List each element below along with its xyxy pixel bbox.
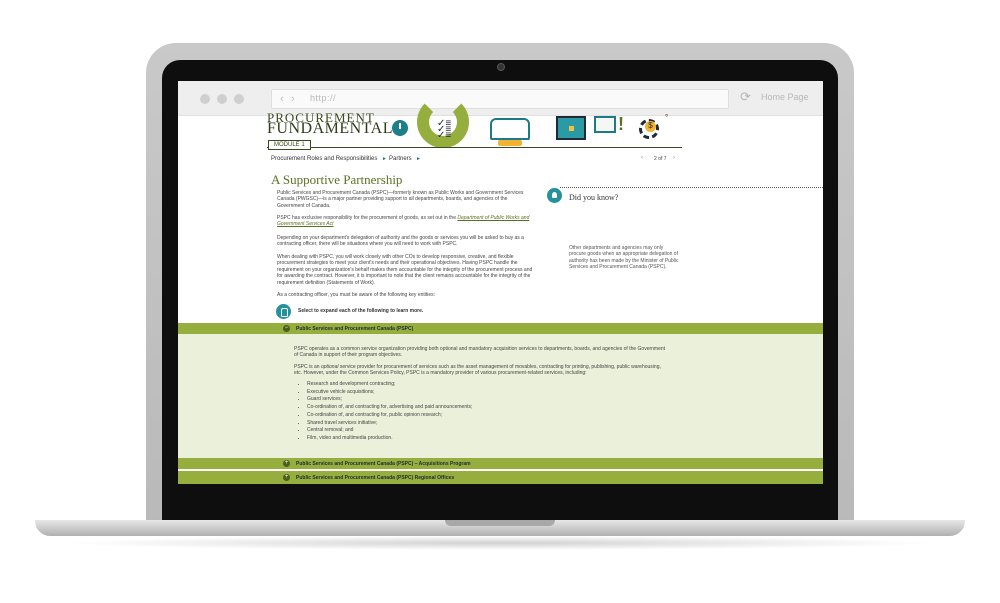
briefcase-icon <box>556 116 586 140</box>
did-you-know-title: Did you know? <box>569 193 619 202</box>
did-you-know-body: Other departments and agencies may only … <box>569 245 679 271</box>
lightbulb-icon <box>547 188 562 203</box>
laptop-mockup: ‹ › http:// ⟳ Home Page PROCUREMENT FUND… <box>0 0 1000 603</box>
page-counter: 2 of 7 <box>654 156 667 162</box>
window-dot-close[interactable] <box>200 94 210 104</box>
pspc-detail-rest: service provider for procurement of serv… <box>294 364 661 377</box>
accordion-header-regional[interactable] <box>178 471 823 484</box>
laptop-notch <box>445 520 555 526</box>
home-page-link[interactable]: Home Page <box>761 92 809 102</box>
checklist-icon: ✓≡ ✓≡ ✓≡ <box>437 118 452 141</box>
intro-paragraph: Public Services and Procurement Canada (… <box>277 190 524 209</box>
url-bar[interactable]: ‹ › http:// <box>271 89 729 109</box>
document-icon <box>594 116 616 133</box>
module-badge: MODULE 1 <box>268 140 311 150</box>
list-item: Shared travel services initiative; <box>307 420 472 428</box>
sparkle-icon: ° <box>665 113 669 122</box>
accordion-header-pspc[interactable] <box>178 323 823 334</box>
accordion-label-acquisitions[interactable]: Public Services and Procurement Canada (… <box>296 461 471 467</box>
list-item: Film, video and multimedia production. <box>307 435 472 443</box>
pspc-intro-text: PSPC operates as a common service organi… <box>294 346 666 359</box>
dealing-paragraph: When dealing with PSPC, you will work cl… <box>277 254 533 286</box>
hands-icon <box>490 118 530 146</box>
breadcrumb-arrow-icon: ► <box>382 156 387 162</box>
breadcrumb-partners[interactable]: Partners <box>389 156 412 162</box>
screen: ‹ › http:// ⟳ Home Page PROCUREMENT FUND… <box>178 81 823 484</box>
reload-icon[interactable]: ⟳ <box>740 89 751 105</box>
pspc-responsibility-paragraph: PSPC has exclusive responsibility for th… <box>277 215 535 228</box>
list-item: Research and development contracting; <box>307 381 472 389</box>
url-text[interactable]: http:// <box>310 93 336 103</box>
forward-arrow-icon[interactable]: › <box>291 93 295 105</box>
gear-dollar-icon <box>639 119 659 139</box>
breadcrumb-arrow-icon: ► <box>416 156 421 162</box>
entities-paragraph: As a contracting officer, you must be aw… <box>277 292 436 298</box>
window-dot-minimize[interactable] <box>217 94 227 104</box>
camera-icon <box>497 63 505 71</box>
lock-icon <box>276 304 291 319</box>
list-item: Executive vehicle acquisitions; <box>307 389 472 397</box>
exclamation-icon: ! <box>618 114 624 134</box>
window-dot-maximize[interactable] <box>234 94 244 104</box>
accordion-label-pspc[interactable]: Public Services and Procurement Canada (… <box>296 326 413 332</box>
page-content: PROCUREMENT FUNDAMENTALS MODULE 1 ✓≡ ✓≡ ✓≡… <box>178 96 823 484</box>
expand-instruction: Select to expand each of the following t… <box>298 308 424 314</box>
pspc-detail-emphasis: optional <box>320 364 339 370</box>
header-rule <box>267 147 682 148</box>
list-item: Co-ordination of, and contracting for, a… <box>307 404 472 412</box>
next-page-button[interactable]: › <box>673 155 675 161</box>
pspc-detail-text: PSPC is an optional service provider for… <box>294 364 669 377</box>
pspc-services-list: Research and development contracting; Ex… <box>299 381 472 443</box>
prev-page-button[interactable]: ‹ <box>641 155 643 161</box>
collapse-icon[interactable]: − <box>283 325 290 332</box>
breadcrumb-roles[interactable]: Procurement Roles and Responsibilities <box>271 156 377 162</box>
list-item: Co-ordination of, and contracting for, p… <box>307 412 472 420</box>
pspc-detail-lead: PSPC is an <box>294 364 321 370</box>
expand-icon[interactable]: + <box>283 460 290 467</box>
page-title: A Supportive Partnership <box>271 172 403 187</box>
clock-icon <box>392 120 408 136</box>
brand-line2: FUNDAMENTALS <box>267 120 403 137</box>
list-item: Central removal; and <box>307 427 472 435</box>
accordion-label-regional[interactable]: Public Services and Procurement Canada (… <box>296 475 454 481</box>
laptop-shadow <box>60 536 940 550</box>
back-arrow-icon[interactable]: ‹ <box>280 93 284 105</box>
list-item: Guard services; <box>307 396 472 404</box>
did-you-know-divider <box>560 187 823 188</box>
expand-icon[interactable]: + <box>283 474 290 481</box>
delegation-paragraph: Depending on your department's delegatio… <box>277 235 524 248</box>
responsibility-text: PSPC has exclusive responsibility for th… <box>277 215 456 221</box>
accordion-header-acquisitions[interactable] <box>178 458 823 469</box>
